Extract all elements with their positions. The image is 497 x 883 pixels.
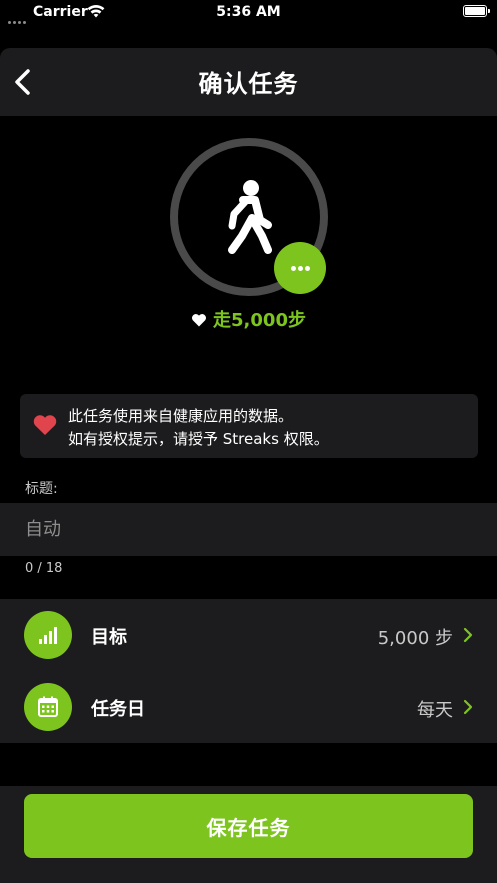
goal-row[interactable]: 目标 5,000 步 [0,599,497,671]
calendar-icon [38,696,58,717]
health-goal-text: 走5,000步 [213,310,306,331]
notice-line-2: 如有授权提示，请授予 Streaks 权限。 [68,430,329,448]
red-heart-icon [33,415,57,435]
walking-person-icon [228,180,272,254]
task-days-icon-circle [24,683,72,731]
status-bar: Carrier 5:36 AM [0,0,497,26]
clock: 5:36 AM [216,4,281,20]
page-title: 确认任务 [198,70,299,98]
battery-icon [463,5,490,17]
goal-label: 目标 [91,627,127,648]
goal-icon-circle [24,611,72,659]
health-goal-label: 走5,000步 [0,306,497,332]
title-input[interactable] [0,503,497,556]
title-field-label: 标题: [25,481,58,497]
goal-value: 5,000 步 [377,628,453,649]
nav-bar: 确认任务 [0,48,497,116]
chevron-right-icon [463,699,473,715]
notice-line-1: 此任务使用来自健康应用的数据。 [68,407,294,425]
bar-chart-icon [39,627,57,644]
settings-list: 目标 5,000 步 任务日 每天 [0,599,497,743]
character-counter: 0 / 18 [25,561,63,576]
chevron-right-icon [463,627,473,643]
save-task-button[interactable]: 保存任务 [24,794,473,858]
ellipsis-icon [291,266,296,271]
heart-icon [192,314,207,327]
more-options-button[interactable] [274,242,326,294]
task-days-value: 每天 [417,700,453,721]
task-days-row[interactable]: 任务日 每天 [0,671,497,743]
health-permission-notice: 此任务使用来自健康应用的数据。 如有授权提示，请授予 Streaks 权限。 [20,394,478,458]
task-days-label: 任务日 [91,699,145,720]
